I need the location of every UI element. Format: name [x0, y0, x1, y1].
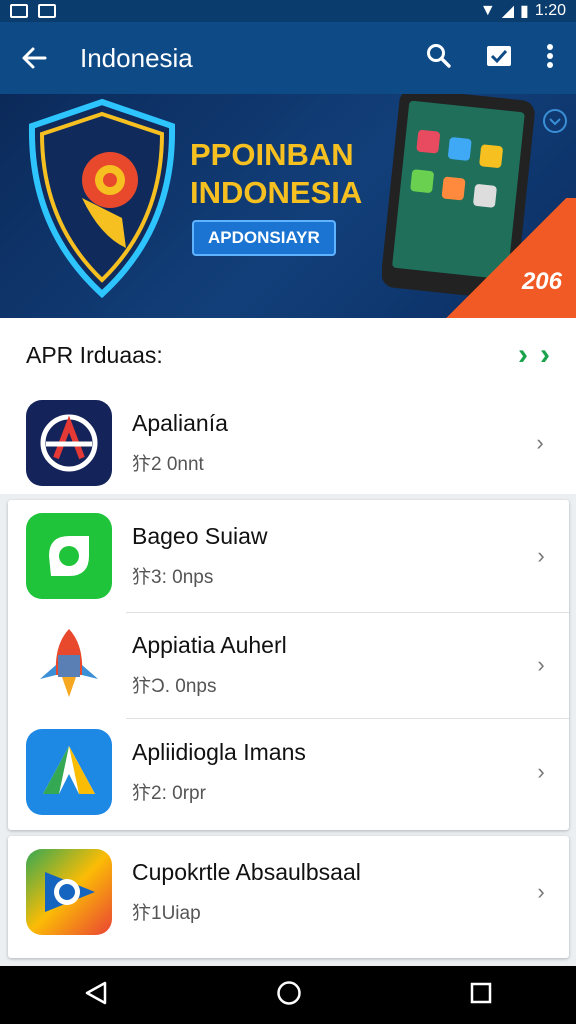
list-item[interactable]: Bageo Suiaw 犿3: 0nps › [8, 500, 569, 612]
nav-recents-button[interactable] [469, 981, 493, 1010]
image-notification-icon [10, 4, 28, 18]
page-title: Indonesia [80, 42, 193, 73]
banner-year: 206 [521, 268, 562, 295]
app-name: Apalianía [132, 410, 228, 436]
search-icon [427, 43, 451, 68]
gallery-notification-icon [38, 4, 56, 18]
chevron-right-icon: › [537, 543, 545, 568]
app-name: Appiatia Auherl [132, 632, 287, 658]
checkbox-icon [487, 45, 511, 66]
apps-card: Cupokrtle Absaulbsaal 犿1Uiap › [8, 836, 569, 958]
app-name: Apliidiogla Imans [132, 739, 306, 765]
list-item[interactable]: Appiatia Auherl 犿Ɔ. 0nps › [8, 612, 569, 718]
apps-card: Bageo Suiaw 犿3: 0nps › Appiatia Auherl 犿… [8, 500, 569, 830]
app-name: Bageo Suiaw [132, 523, 268, 549]
list-item[interactable]: Apliidiogla Imans 犿2: 0rpr › [8, 718, 569, 826]
banner-headline-line1: PPOINBAN [190, 137, 354, 172]
apps-section: APR Irduaas: › › Apalianía 犿2 0nnt › [0, 318, 576, 494]
battery-icon: ▮ [520, 3, 529, 20]
status-bar: ▼ ◢ ▮ 1:20 [0, 0, 576, 22]
app-bar: Indonesia [0, 22, 576, 94]
more-vert-icon [547, 43, 553, 68]
banner-corner-accent [436, 198, 576, 318]
circle-home-icon [277, 980, 301, 1005]
app-meta: 犿1Uiap [132, 903, 201, 924]
app-icon [26, 849, 112, 935]
app-meta: 犿3: 0nps [132, 567, 214, 588]
wifi-icon: ▼ [479, 2, 496, 19]
chevron-right-icon: › [537, 879, 545, 904]
app-icon [26, 729, 112, 815]
compass-a-icon [40, 414, 98, 472]
chevron-right-icon[interactable]: › [540, 338, 550, 372]
app-icon [26, 513, 112, 599]
section-title: APR Irduaas: [26, 341, 163, 368]
app-meta: 犿Ɔ. 0nps [132, 676, 217, 697]
inbox-button[interactable] [486, 44, 512, 73]
chevron-right-icon: › [537, 759, 545, 784]
app-icon [26, 400, 112, 486]
nav-back-button[interactable] [83, 980, 109, 1011]
status-time: 1:20 [534, 2, 566, 19]
chevron-right-icon: › [537, 652, 545, 677]
app-meta: 犿2 0nnt [132, 454, 204, 475]
system-nav-bar [0, 966, 576, 1024]
rocket-icon [40, 629, 98, 697]
promo-banner[interactable]: PPOINBAN INDONESIA APDONSIAYR 206 [0, 94, 576, 318]
list-item[interactable]: Cupokrtle Absaulbsaal 犿1Uiap › [8, 836, 569, 948]
banner-headline: PPOINBAN INDONESIA [190, 136, 362, 212]
banner-headline-line2: INDONESIA [190, 175, 363, 210]
app-icon [26, 622, 112, 708]
search-button[interactable] [426, 43, 452, 74]
app-name: Cupokrtle Absaulbsaal [132, 859, 361, 885]
square-recents-icon [470, 982, 491, 1003]
nav-home-button[interactable] [276, 980, 302, 1011]
chevron-right-icon[interactable]: › [518, 338, 528, 372]
banner-cta-button[interactable]: APDONSIAYR [192, 220, 336, 256]
back-button[interactable] [0, 22, 68, 94]
list-item[interactable]: Apalianía 犿2 0nnt › [0, 392, 576, 494]
shield-logo-icon [28, 98, 176, 298]
app-meta: 犿2: 0rpr [132, 783, 206, 804]
signal-icon: ◢ [501, 3, 515, 20]
section-header: APR Irduaas: › › [0, 318, 576, 392]
back-arrow-icon [22, 47, 47, 69]
chat-leaf-icon [49, 536, 89, 576]
chevron-circle-icon [543, 109, 567, 133]
camera-play-icon [45, 872, 95, 912]
triangle-back-icon [86, 981, 107, 1004]
overflow-menu-button[interactable] [546, 43, 554, 74]
drive-triangle-icon [43, 746, 95, 794]
chevron-right-icon: › [536, 430, 544, 455]
